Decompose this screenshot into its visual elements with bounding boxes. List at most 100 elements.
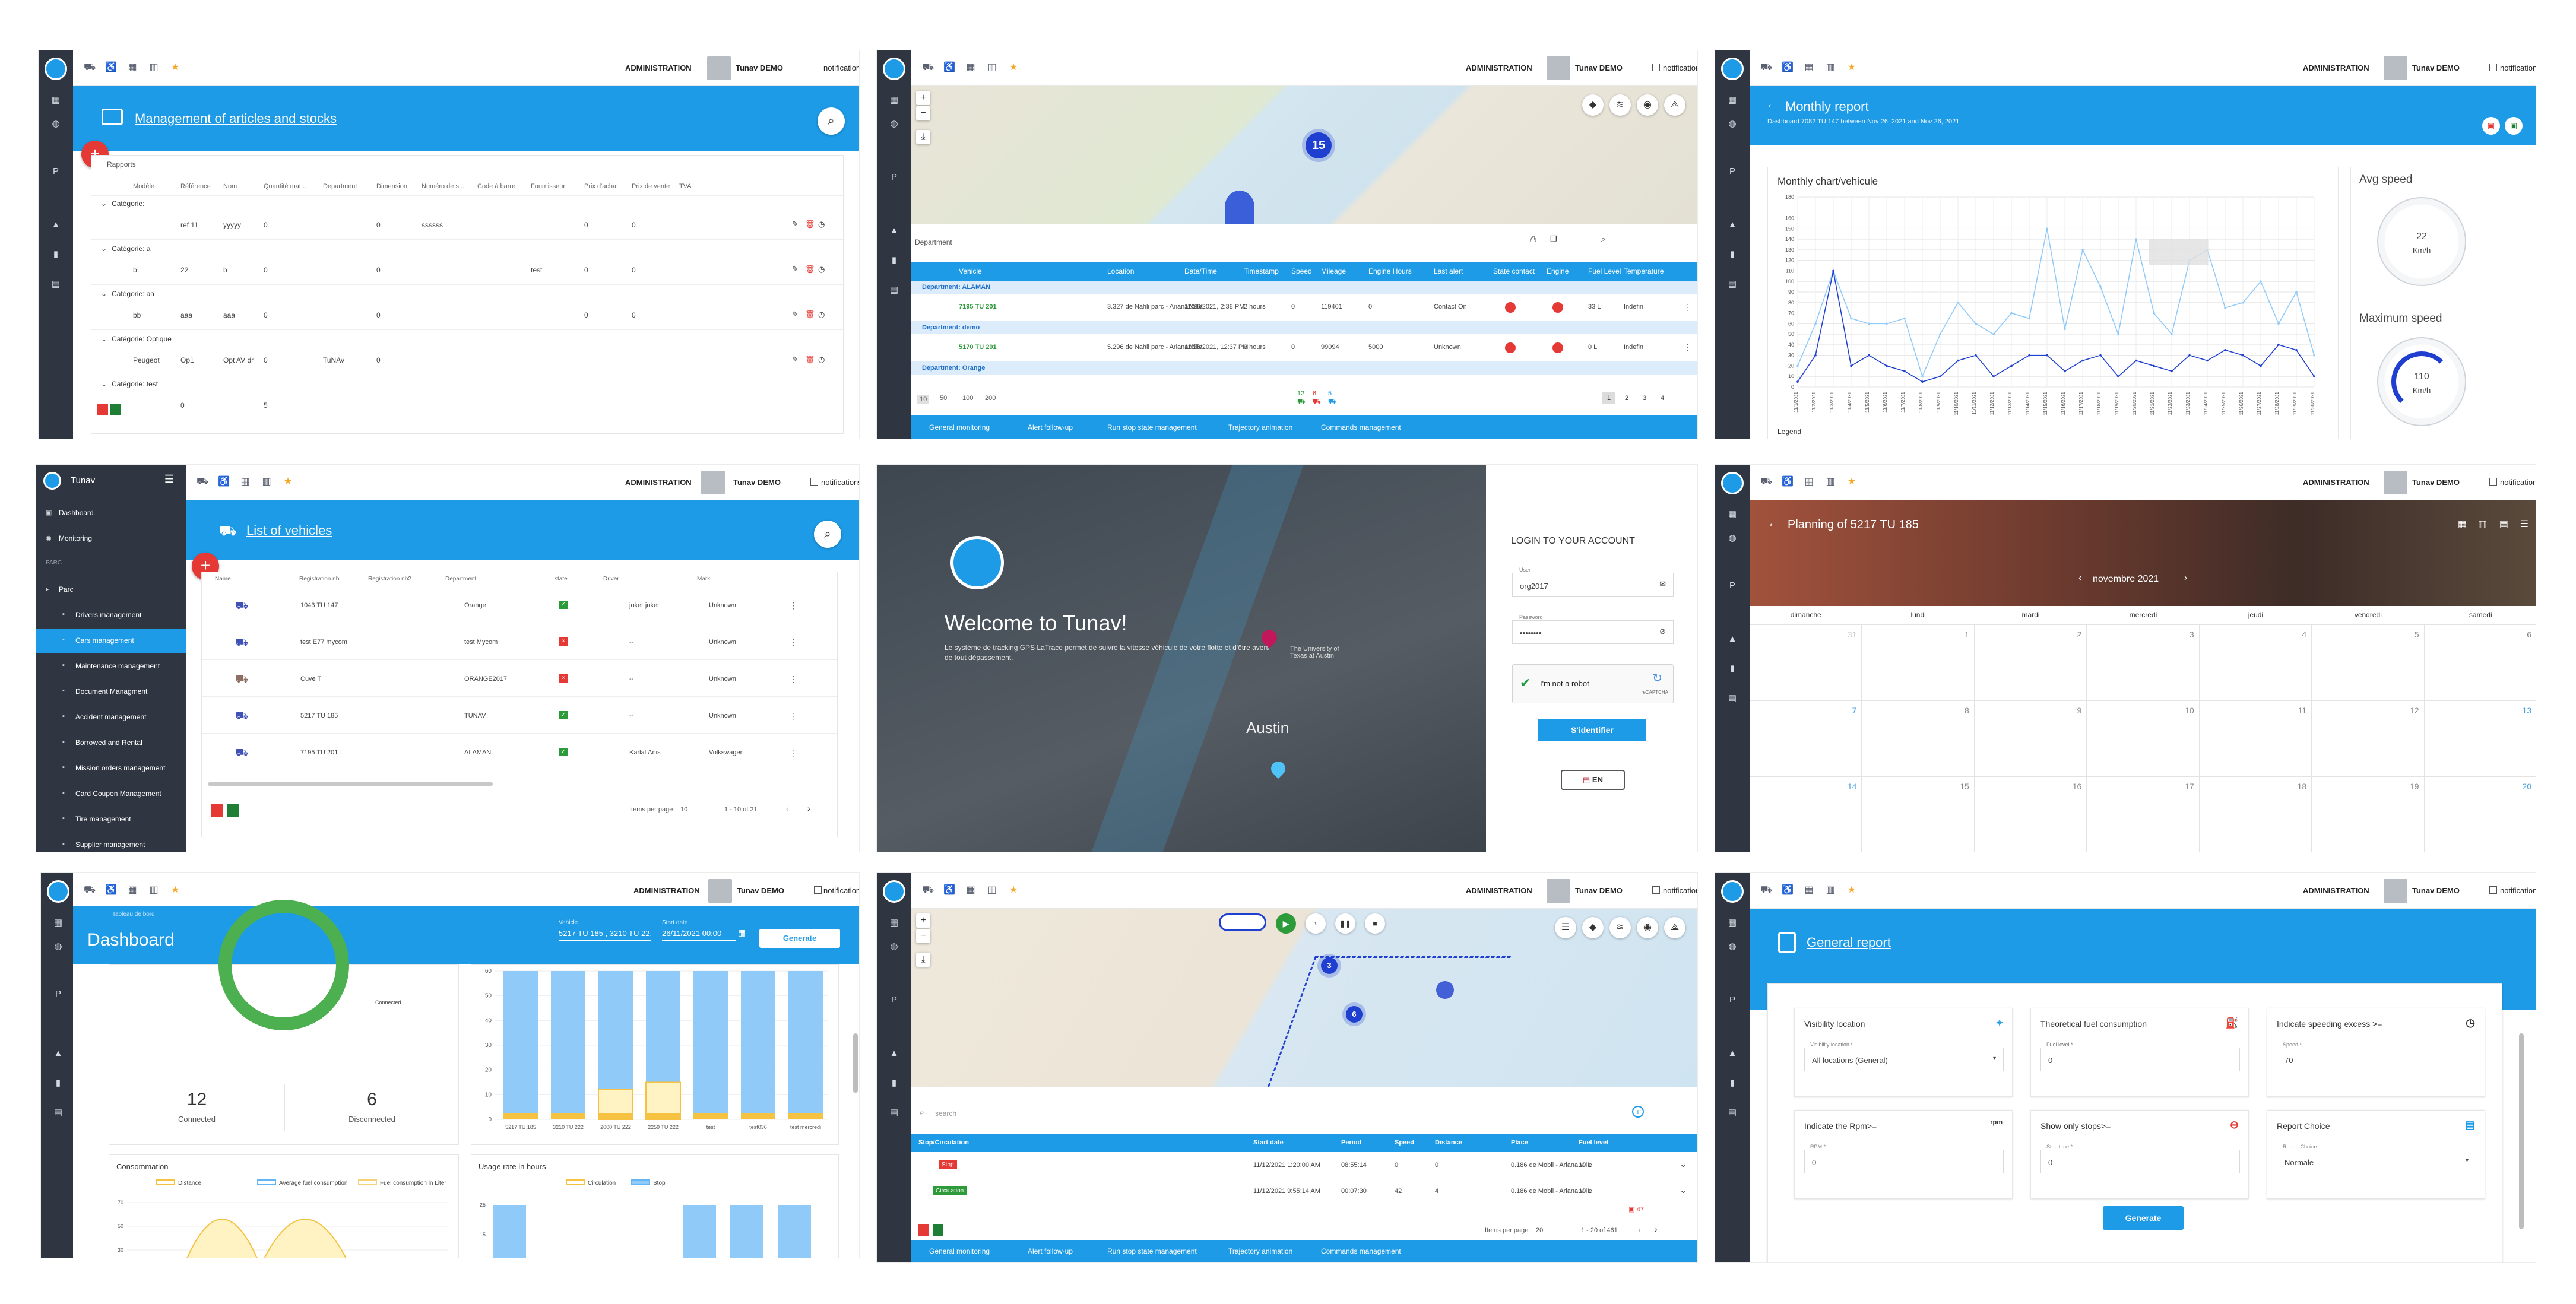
column-header[interactable]: Mark (697, 576, 710, 582)
checkmark-icon[interactable]: ✔ (1520, 675, 1531, 691)
data-point[interactable] (1832, 269, 1834, 272)
column-header[interactable]: Fuel Level (1588, 267, 1621, 275)
list-view-icon[interactable]: ☰ (2520, 518, 2529, 530)
calendar-day[interactable]: 31 (1750, 625, 1862, 701)
search-button[interactable]: ⌕ (814, 521, 841, 548)
notifications-checkbox[interactable] (2489, 478, 2497, 486)
calendar-day[interactable]: 14 (1750, 777, 1862, 852)
globe-icon[interactable]: ◍ (889, 119, 899, 129)
chart-icon[interactable]: ▮ (1727, 1078, 1738, 1088)
next-step-button[interactable]: › (1306, 913, 1326, 934)
line-chart[interactable]: 0 10 20 30 40 50 60 70 80 90 100 110 120 130 140 150 160… (1774, 191, 2332, 429)
prev-page-button[interactable]: ‹ (786, 804, 789, 813)
notifications-checkbox[interactable] (813, 64, 820, 71)
grid-icon[interactable]: ▦ (50, 96, 61, 105)
layers-icon[interactable]: ≋ (1609, 917, 1631, 938)
chevron-icon[interactable]: ⌄ (101, 245, 107, 253)
person-icon[interactable]: ♿ (105, 885, 117, 896)
data-point[interactable] (2260, 364, 2262, 367)
dropdown-arrow-icon[interactable]: ▾ (2466, 1157, 2469, 1164)
group-label[interactable]: ⌄ Catégorie: Optique (101, 335, 172, 343)
data-point[interactable] (1921, 375, 1924, 378)
map[interactable]: + − ⤓ 15 ◆ ≋ ◉ ⟁ (911, 86, 1697, 224)
person-icon[interactable]: ♿ (943, 885, 955, 896)
calendar-day[interactable]: 18 (2200, 777, 2312, 852)
data-point[interactable] (1850, 364, 1852, 367)
star-icon[interactable]: ★ (1846, 62, 1858, 73)
person-icon[interactable]: ♿ (1782, 885, 1794, 896)
dropdown-arrow-icon[interactable]: ▾ (1993, 1055, 1996, 1062)
document-icon[interactable]: ▤ (1727, 694, 1738, 703)
bar-chart-icon[interactable]: ▥ (986, 885, 998, 896)
grid-icon[interactable]: ▦ (889, 918, 899, 928)
parking-icon[interactable]: P (889, 995, 899, 1005)
data-point[interactable] (1957, 359, 1959, 362)
column-header[interactable]: Department (323, 183, 357, 190)
next-page-button[interactable]: › (807, 804, 810, 813)
sidebar-item[interactable]: ▸ Parc (36, 578, 186, 602)
alert-icon[interactable]: ▲ (1727, 1049, 1738, 1058)
data-point[interactable] (1850, 317, 1852, 320)
footer-tab[interactable]: General monitoring (929, 1247, 990, 1255)
person-icon[interactable]: ♿ (1782, 477, 1794, 487)
data-point[interactable] (1992, 333, 1995, 335)
chevron-icon[interactable]: ⌄ (101, 199, 107, 208)
globe-icon[interactable]: ◍ (50, 119, 61, 129)
person-icon[interactable]: ♿ (218, 477, 230, 487)
data-point[interactable] (2277, 322, 2280, 325)
data-point[interactable] (1814, 354, 1817, 357)
calendar-icon[interactable]: ▦ (1803, 885, 1815, 896)
pdf-export-icon[interactable] (211, 804, 223, 817)
calendar-day[interactable]: 20 (2425, 777, 2536, 852)
calendar-day[interactable]: 19 (2312, 777, 2425, 852)
data-point[interactable] (1975, 322, 1977, 325)
app-logo[interactable] (45, 58, 67, 80)
user-name[interactable]: Tunav DEMO (1575, 64, 1623, 72)
data-point[interactable] (2099, 285, 2102, 288)
layers-icon[interactable]: ≋ (1609, 94, 1631, 116)
calendar-picker-icon[interactable]: ▦ (738, 928, 746, 938)
notifications-checkbox[interactable] (814, 886, 822, 894)
column-header[interactable]: state (555, 576, 568, 582)
chart-icon[interactable]: ▮ (889, 1078, 899, 1088)
edit-icon[interactable]: ✎ (792, 310, 799, 319)
sidebar-item[interactable]: ▪ Tire management (36, 808, 186, 832)
zoom-in-button[interactable]: + (916, 913, 930, 928)
sidebar-item[interactable]: ▪ Drivers management (36, 604, 186, 627)
avatar[interactable] (2384, 471, 2407, 494)
column-header[interactable]: Speed (1395, 1139, 1414, 1146)
column-header[interactable]: Speed (1291, 267, 1312, 275)
month-view-icon[interactable]: ▦ (2458, 518, 2467, 530)
avatar[interactable] (707, 56, 731, 80)
user-input[interactable]: org2017 ✉ (1512, 573, 1674, 597)
column-header[interactable]: Nom (223, 183, 237, 190)
user-name[interactable]: Tunav DEMO (737, 886, 784, 895)
parking-icon[interactable]: P (53, 989, 64, 999)
marker-cluster[interactable]: 3 (1321, 957, 1338, 974)
parking-icon[interactable]: P (1727, 167, 1738, 176)
globe-icon[interactable]: ◍ (889, 942, 899, 951)
history-icon[interactable]: ◷ (818, 265, 825, 274)
zoom-out-button[interactable]: − (916, 106, 930, 120)
star-icon[interactable]: ★ (1846, 477, 1858, 487)
data-point[interactable] (2046, 227, 2048, 230)
data-point[interactable] (1886, 322, 1888, 325)
data-point[interactable] (2046, 354, 2048, 357)
bar-chart-icon[interactable]: ▥ (1824, 62, 1836, 73)
app-logo[interactable] (883, 880, 905, 903)
app-logo[interactable] (1721, 880, 1744, 903)
column-header[interactable]: Stop/Circulation (918, 1139, 969, 1146)
data-point[interactable] (2171, 333, 2173, 335)
calendar-day[interactable]: 9 (1974, 701, 2087, 777)
delete-icon[interactable]: 🗑 (805, 310, 815, 319)
calendar-day[interactable]: 4 (2199, 625, 2312, 701)
column-header[interactable]: Registration nb2 (368, 576, 411, 582)
data-point[interactable] (2010, 364, 2013, 367)
data-point[interactable] (1975, 354, 1977, 357)
notifications-checkbox[interactable] (1652, 64, 1660, 71)
generate-button[interactable]: Generate (2103, 1206, 2184, 1230)
sidebar-item[interactable]: ▪ Mission orders management (36, 757, 186, 781)
data-point[interactable] (2117, 375, 2119, 378)
footer-tab[interactable]: Commands management (1321, 1247, 1401, 1255)
pdf-export-icon[interactable] (97, 404, 108, 415)
